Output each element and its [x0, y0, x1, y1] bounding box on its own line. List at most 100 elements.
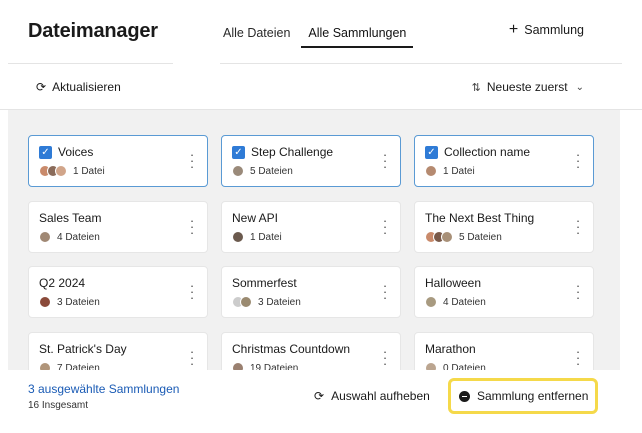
- refresh-button[interactable]: ⟳ Aktualisieren: [36, 80, 121, 94]
- avatar-group: [39, 296, 51, 308]
- selection-footer: 3 ausgewählte Sammlungen 16 Insgesamt ⟳ …: [0, 370, 642, 433]
- avatar: [232, 362, 244, 370]
- more-options-icon[interactable]: · · ·: [575, 345, 581, 370]
- avatar: [425, 296, 437, 308]
- file-count: 1 Datei: [443, 165, 475, 177]
- chevron-down-icon: ⌄: [575, 81, 584, 93]
- more-options-icon[interactable]: · · ·: [189, 345, 195, 370]
- file-count: 19 Dateien: [250, 362, 299, 371]
- file-count: 0 Dateien: [443, 362, 486, 371]
- tab-all-collections[interactable]: Alle Sammlungen: [301, 16, 414, 48]
- collection-meta: 4 Dateien: [39, 231, 100, 243]
- refresh-icon: ⟳: [314, 389, 325, 403]
- avatar-group: [232, 296, 252, 308]
- remove-collection-label: Sammlung entfernen: [477, 389, 589, 403]
- file-count: 5 Dateien: [250, 165, 293, 177]
- collection-name: Marathon: [425, 342, 476, 356]
- selected-count-link[interactable]: 3 ausgewählte Sammlungen: [28, 382, 179, 396]
- collection-grid: ✓ Voices 1 Datei · · · ✓ Step Challenge 5 Dateie…: [8, 110, 620, 370]
- more-options-icon[interactable]: · · ·: [382, 279, 388, 304]
- collection-card[interactable]: St. Patrick's Day 7 Dateien · · ·: [28, 332, 208, 370]
- collection-card[interactable]: Sales Team 4 Dateien · · ·: [28, 201, 208, 253]
- remove-collection-button[interactable]: Sammlung entfernen: [448, 378, 598, 414]
- new-collection-button[interactable]: + Sammlung: [508, 21, 584, 38]
- file-count: 5 Dateien: [459, 231, 502, 243]
- tab-bar: Alle Dateien Alle Sammlungen: [216, 16, 417, 48]
- total-count: 16 Insgesamt: [28, 400, 89, 411]
- collection-meta: 3 Dateien: [39, 296, 100, 308]
- collection-card[interactable]: ✓ Collection name 1 Datei · · ·: [414, 135, 594, 187]
- avatar: [425, 362, 437, 370]
- collection-card[interactable]: ✓ Step Challenge 5 Dateien · · ·: [221, 135, 401, 187]
- refresh-label: Aktualisieren: [52, 80, 121, 94]
- collection-name: Halloween: [425, 276, 482, 290]
- file-count: 1 Datei: [250, 231, 282, 243]
- collection-name: St. Patrick's Day: [39, 342, 127, 356]
- collection-meta: 3 Dateien: [232, 296, 301, 308]
- avatar-group: [425, 231, 453, 243]
- avatar: [39, 362, 51, 370]
- more-options-icon[interactable]: · · ·: [382, 214, 388, 239]
- checkbox-checked[interactable]: ✓: [39, 146, 52, 159]
- collection-name: Sales Team: [39, 211, 102, 225]
- more-options-icon[interactable]: · · ·: [382, 148, 388, 173]
- clear-selection-button[interactable]: ⟳ Auswahl aufheben: [314, 389, 430, 403]
- more-options-icon[interactable]: · · ·: [382, 345, 388, 370]
- collection-name: Step Challenge: [251, 145, 334, 159]
- collection-name: New API: [232, 211, 279, 225]
- avatar-group: [232, 231, 244, 243]
- avatar: [240, 296, 252, 308]
- sort-label: Neueste zuerst: [486, 80, 568, 94]
- collection-meta: 5 Dateien: [232, 165, 293, 177]
- more-options-icon[interactable]: · · ·: [575, 279, 581, 304]
- collection-card[interactable]: Marathon 0 Dateien · · ·: [414, 332, 594, 370]
- sort-dropdown[interactable]: ⇅ Neueste zuerst ⌄: [472, 80, 584, 94]
- collection-card[interactable]: Q2 2024 3 Dateien · · ·: [28, 266, 208, 318]
- collection-name: Christmas Countdown: [232, 342, 351, 356]
- more-options-icon[interactable]: · · ·: [575, 214, 581, 239]
- file-count: 4 Dateien: [57, 231, 100, 243]
- collection-name: Voices: [58, 145, 94, 159]
- collection-name: Q2 2024: [39, 276, 86, 290]
- file-count: 1 Datei: [73, 165, 105, 177]
- collection-meta: 5 Dateien: [425, 231, 502, 243]
- collection-card[interactable]: Christmas Countdown 19 Dateien · · ·: [221, 332, 401, 370]
- file-count: 3 Dateien: [258, 296, 301, 308]
- collection-card[interactable]: Sommerfest 3 Dateien · · ·: [221, 266, 401, 318]
- collection-card[interactable]: The Next Best Thing 5 Dateien · · ·: [414, 201, 594, 253]
- collection-card[interactable]: ✓ Voices 1 Datei · · ·: [28, 135, 208, 187]
- avatar-group: [232, 165, 244, 177]
- collection-meta: 1 Datei: [232, 231, 282, 243]
- collection-meta: 7 Dateien: [39, 362, 100, 370]
- collection-meta: 0 Dateien: [425, 362, 486, 370]
- toolbar: ⟳ Aktualisieren ⇅ Neueste zuerst ⌄: [0, 64, 642, 110]
- more-options-icon[interactable]: · · ·: [575, 148, 581, 173]
- checkbox-checked[interactable]: ✓: [232, 146, 245, 159]
- avatar: [39, 296, 51, 308]
- clear-selection-label: Auswahl aufheben: [331, 389, 430, 403]
- avatar-group: [39, 231, 51, 243]
- avatar-group: [39, 165, 67, 177]
- avatar-group: [425, 165, 437, 177]
- file-count: 4 Dateien: [443, 296, 486, 308]
- avatar: [232, 165, 244, 177]
- avatar-group: [232, 362, 244, 370]
- collection-name: Collection name: [444, 145, 531, 159]
- file-count: 3 Dateien: [57, 296, 100, 308]
- more-options-icon[interactable]: · · ·: [189, 148, 195, 173]
- tab-all-files[interactable]: Alle Dateien: [216, 16, 297, 48]
- more-options-icon[interactable]: · · ·: [189, 279, 195, 304]
- more-options-icon[interactable]: · · ·: [189, 214, 195, 239]
- avatar-group: [425, 296, 437, 308]
- collection-name: The Next Best Thing: [425, 211, 535, 225]
- avatar: [55, 165, 67, 177]
- minus-circle-icon: [459, 390, 470, 402]
- collection-name: Sommerfest: [232, 276, 297, 290]
- collection-card[interactable]: New API 1 Datei · · ·: [221, 201, 401, 253]
- checkbox-checked[interactable]: ✓: [425, 146, 438, 159]
- collection-meta: 4 Dateien: [425, 296, 486, 308]
- app-title: Dateimanager: [28, 20, 158, 42]
- header: Dateimanager Alle Dateien Alle Sammlunge…: [0, 0, 642, 64]
- collection-card[interactable]: Halloween 4 Dateien · · ·: [414, 266, 594, 318]
- plus-icon: +: [508, 21, 519, 38]
